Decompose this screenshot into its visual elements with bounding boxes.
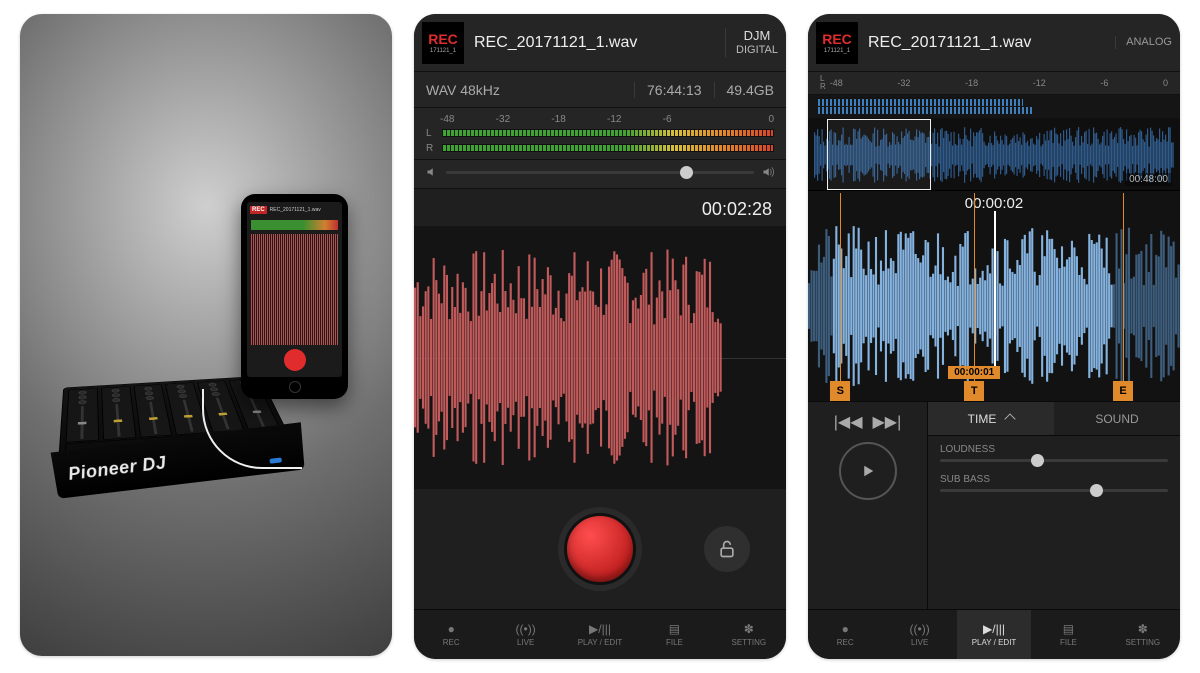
overview-duration: 00:48:00 — [1125, 173, 1172, 186]
skip-fwd-button[interactable]: ▶▶| — [873, 412, 902, 432]
connected-phone: RECREC_20171121_1.wav — [241, 194, 348, 399]
marker-start[interactable]: S — [830, 381, 850, 401]
lock-button[interactable] — [704, 526, 750, 572]
elapsed-label: 76:44:13 — [634, 82, 714, 98]
nav-file[interactable]: ▤FILE — [1031, 610, 1105, 659]
speaker-high-icon — [762, 166, 774, 178]
filename: REC_20171121_1.wav — [868, 34, 1105, 52]
nav-rec[interactable]: ●REC — [808, 610, 882, 659]
source-mode[interactable]: ANALOG — [1115, 36, 1172, 49]
record-button[interactable] — [564, 513, 636, 585]
nav-setting[interactable]: ✽SETTING — [1106, 610, 1180, 659]
tab-time[interactable]: TIME — [928, 402, 1054, 435]
nav-live[interactable]: ((•))LIVE — [488, 610, 562, 659]
loudness-label: LOUDNESS — [940, 444, 1168, 455]
rec-badge-icon: REC 171121_1 — [816, 22, 858, 64]
subbass-label: SUB BASS — [940, 474, 1168, 485]
volume-slider[interactable] — [446, 171, 754, 174]
subbass-slider[interactable] — [940, 489, 1168, 492]
marker-t[interactable]: T00:00:01 — [964, 381, 984, 401]
speaker-low-icon — [426, 166, 438, 178]
waveform[interactable] — [414, 226, 786, 489]
bottom-nav: ●REC ((•))LIVE ▶/|||PLAY / EDIT ▤FILE ✽S… — [808, 609, 1180, 659]
unlock-icon — [717, 539, 737, 559]
level-history — [808, 95, 1180, 119]
screenshot-hero: Pioneer DJ RECREC_20171121_1.wav — [20, 14, 392, 656]
monitor-volume[interactable] — [414, 160, 786, 189]
nav-file[interactable]: ▤FILE — [637, 610, 711, 659]
marker-end[interactable]: E — [1113, 381, 1133, 401]
playhead-cursor[interactable] — [994, 211, 996, 379]
info-row: WAV 48kHz 76:44:13 49.4GB — [414, 72, 786, 108]
nav-play-edit[interactable]: ▶/|||PLAY / EDIT — [957, 610, 1031, 659]
nav-play-edit[interactable]: ▶/|||PLAY / EDIT — [563, 610, 637, 659]
level-meters: -48-32-18-12-60 L R — [414, 108, 786, 160]
screenshot-recording: REC 171121_1 REC_20171121_1.wav DJM DIGI… — [414, 14, 786, 659]
loudness-slider[interactable] — [940, 459, 1168, 462]
overview-selection[interactable] — [827, 119, 931, 190]
play-button[interactable] — [839, 442, 897, 500]
meter-right — [442, 144, 774, 152]
nav-setting[interactable]: ✽SETTING — [712, 610, 786, 659]
tab-sound[interactable]: SOUND — [1054, 402, 1180, 435]
play-icon — [859, 462, 877, 480]
chevron-up-icon — [1005, 413, 1016, 424]
filename: REC_20171121_1.wav — [474, 34, 715, 52]
rec-badge-icon: REC 171121_1 — [422, 22, 464, 64]
filesize-label: 49.4GB — [714, 82, 786, 98]
edit-waveform[interactable]: 00:00:02 S T00:00:01 E — [808, 191, 1180, 401]
transport-left: |◀◀ ▶▶| — [808, 402, 928, 609]
meter-left — [442, 129, 774, 137]
nav-live[interactable]: ((•))LIVE — [882, 610, 956, 659]
nav-rec[interactable]: ●REC — [414, 610, 488, 659]
record-time: 00:02:28 — [414, 189, 786, 226]
overview-waveform[interactable]: 00:48:00 — [808, 119, 1180, 191]
source-mode[interactable]: DJM DIGITAL — [725, 28, 778, 57]
header: REC 171121_1 REC_20171121_1.wav DJM DIGI… — [414, 14, 786, 72]
format-label: WAV 48kHz — [414, 82, 512, 98]
header: REC 171121_1 REC_20171121_1.wav ANALOG — [808, 14, 1180, 72]
level-scale: LR -48-32-18-12-60 — [808, 72, 1180, 95]
screenshot-edit: REC 171121_1 REC_20171121_1.wav ANALOG L… — [808, 14, 1180, 659]
skip-back-button[interactable]: |◀◀ — [834, 412, 863, 432]
bottom-nav: ●REC ((•))LIVE ▶/|||PLAY / EDIT ▤FILE ✽S… — [414, 609, 786, 659]
